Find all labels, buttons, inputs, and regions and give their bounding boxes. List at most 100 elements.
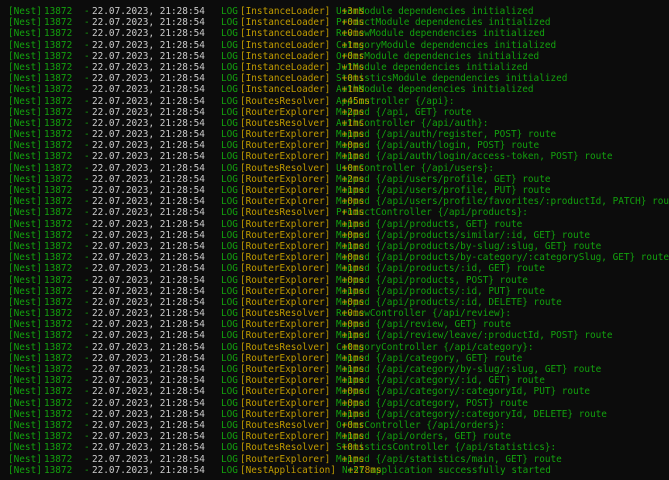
log-level: LOG [221, 28, 238, 40]
log-context: [RouterExplorer] [240, 173, 331, 185]
log-timestamp: 22.07.2023, 21:28:54 [92, 364, 205, 375]
log-prefix: [Nest] [8, 442, 42, 454]
log-context: [InstanceLoader] [240, 6, 331, 17]
log-level: LOG [221, 17, 238, 29]
log-message-group: CategoryModule dependencies initialized … [336, 40, 556, 51]
log-dash: - [84, 419, 90, 431]
log-prefix: [Nest] [8, 240, 42, 252]
log-level: LOG [221, 117, 238, 129]
log-line: [Nest] 13872 - 22.07.2023, 21:28:54 LOG … [0, 107, 669, 118]
log-context: [InstanceLoader] [240, 73, 331, 85]
log-prefix: [Nest] [8, 129, 42, 141]
log-message: Mapped {/api/category/by-slug/:slug, GET… [336, 364, 602, 375]
log-line: [Nest] 13872 - 22.07.2023, 21:28:54 LOG … [0, 196, 669, 207]
log-timestamp: 22.07.2023, 21:28:54 [92, 464, 205, 476]
log-context: [InstanceLoader] [240, 50, 331, 62]
log-timestamp: 22.07.2023, 21:28:54 [92, 140, 205, 152]
log-dash: - [84, 106, 90, 118]
log-timestamp: 22.07.2023, 21:28:54 [92, 386, 205, 398]
log-prefix: [Nest] [8, 84, 42, 96]
log-duration: +0ms [341, 341, 365, 353]
log-level: LOG [221, 308, 238, 320]
log-message: ProductController {/api/products}: [336, 207, 528, 219]
log-timestamp: 22.07.2023, 21:28:54 [92, 285, 205, 297]
log-dash: - [84, 240, 90, 252]
log-duration: +0ms [341, 196, 365, 208]
log-level: LOG [221, 229, 238, 241]
log-context: [RouterExplorer] [240, 229, 331, 241]
log-line: [Nest] 13872 - 22.07.2023, 21:28:54 LOG … [0, 185, 669, 196]
log-timestamp: 22.07.2023, 21:28:54 [92, 296, 205, 308]
log-duration: +1ms [341, 207, 365, 219]
log-message-group: UserController {/api/users}: +0ms [336, 163, 494, 174]
log-message: Mapped {/api/products/:id, GET} route [336, 263, 545, 275]
log-timestamp: 22.07.2023, 21:28:54 [92, 28, 205, 40]
log-duration: +1ms [341, 39, 365, 51]
log-message-group: Mapped {/api/auth/login/access-token, PO… [336, 151, 613, 162]
log-duration: +1ms [341, 117, 365, 129]
log-prefix: [Nest] [8, 173, 42, 185]
log-line: [Nest] 13872 - 22.07.2023, 21:28:54 LOG … [0, 308, 669, 319]
log-level: LOG [221, 375, 238, 387]
log-dash: - [84, 61, 90, 73]
log-pid: 13872 [44, 73, 73, 85]
log-pid: 13872 [44, 263, 73, 275]
log-duration: +45ms [341, 95, 370, 107]
log-duration: +0ms [341, 274, 365, 286]
log-message-group: AppController {/api}: +45ms [336, 96, 455, 107]
log-line: [Nest] 13872 - 22.07.2023, 21:28:54 LOG … [0, 252, 669, 263]
log-duration: +0ms [341, 50, 365, 62]
log-prefix: [Nest] [8, 419, 42, 431]
log-timestamp: 22.07.2023, 21:28:54 [92, 218, 205, 230]
log-dash: - [84, 117, 90, 129]
log-line: [Nest] 13872 - 22.07.2023, 21:28:54 LOG … [0, 207, 669, 218]
log-context: [RouterExplorer] [240, 408, 331, 420]
log-timestamp: 22.07.2023, 21:28:54 [92, 39, 205, 51]
log-dash: - [84, 173, 90, 185]
log-message-group: Mapped {/api/auth/register, POST} route … [336, 129, 556, 140]
log-pid: 13872 [44, 453, 73, 465]
log-timestamp: 22.07.2023, 21:28:54 [92, 151, 205, 163]
log-message-group: AuthController {/api/auth}: +1ms [336, 118, 488, 129]
log-level: LOG [221, 39, 238, 51]
log-dash: - [84, 185, 90, 196]
log-pid: 13872 [44, 442, 73, 454]
terminal-output[interactable]: [Nest] 13872 - 22.07.2023, 21:28:54 LOG … [0, 0, 669, 480]
log-prefix: [Nest] [8, 386, 42, 398]
log-dash: - [84, 453, 90, 465]
log-context: [RouterExplorer] [240, 252, 331, 264]
log-message-group: StatisticsController {/api/statistics}: … [336, 442, 556, 453]
log-prefix: [Nest] [8, 117, 42, 129]
log-duration: +1ms [341, 453, 365, 465]
log-context: [RouterExplorer] [240, 453, 331, 465]
log-message-group: Mapped {/api/category/:categoryId, PUT} … [336, 386, 590, 397]
log-message-group: Mapped {/api/products, GET} route +1ms [336, 219, 522, 230]
log-duration: +0ms [341, 308, 365, 320]
log-duration: +1ms [341, 185, 365, 196]
log-line: [Nest] 13872 - 22.07.2023, 21:28:54 LOG … [0, 386, 669, 397]
log-message: Mapped {/api/review/leave/:productId, PO… [336, 330, 613, 342]
log-prefix: [Nest] [8, 106, 42, 118]
log-dash: - [84, 95, 90, 107]
log-pid: 13872 [44, 140, 73, 152]
log-prefix: [Nest] [8, 464, 42, 476]
log-context: [RoutesResolver] [240, 419, 331, 431]
log-level: LOG [221, 218, 238, 230]
log-pid: 13872 [44, 285, 73, 297]
log-line: [Nest] 13872 - 22.07.2023, 21:28:54 LOG … [0, 364, 669, 375]
log-level: LOG [221, 240, 238, 252]
log-message-group: Mapped {/api/users/profile, PUT} route +… [336, 185, 550, 196]
log-context: [RoutesResolver] [240, 341, 331, 353]
log-pid: 13872 [44, 330, 73, 342]
log-dash: - [84, 6, 90, 17]
log-dash: - [84, 375, 90, 387]
log-context: [RouterExplorer] [240, 140, 331, 152]
log-message-group: ProductController {/api/products}: +1ms [336, 207, 528, 218]
log-dash: - [84, 386, 90, 398]
log-pid: 13872 [44, 274, 73, 286]
log-dash: - [84, 442, 90, 454]
log-prefix: [Nest] [8, 229, 42, 241]
log-context: [RouterExplorer] [240, 330, 331, 342]
log-line: [Nest] 13872 - 22.07.2023, 21:28:54 LOG … [0, 409, 669, 420]
log-prefix: [Nest] [8, 274, 42, 286]
